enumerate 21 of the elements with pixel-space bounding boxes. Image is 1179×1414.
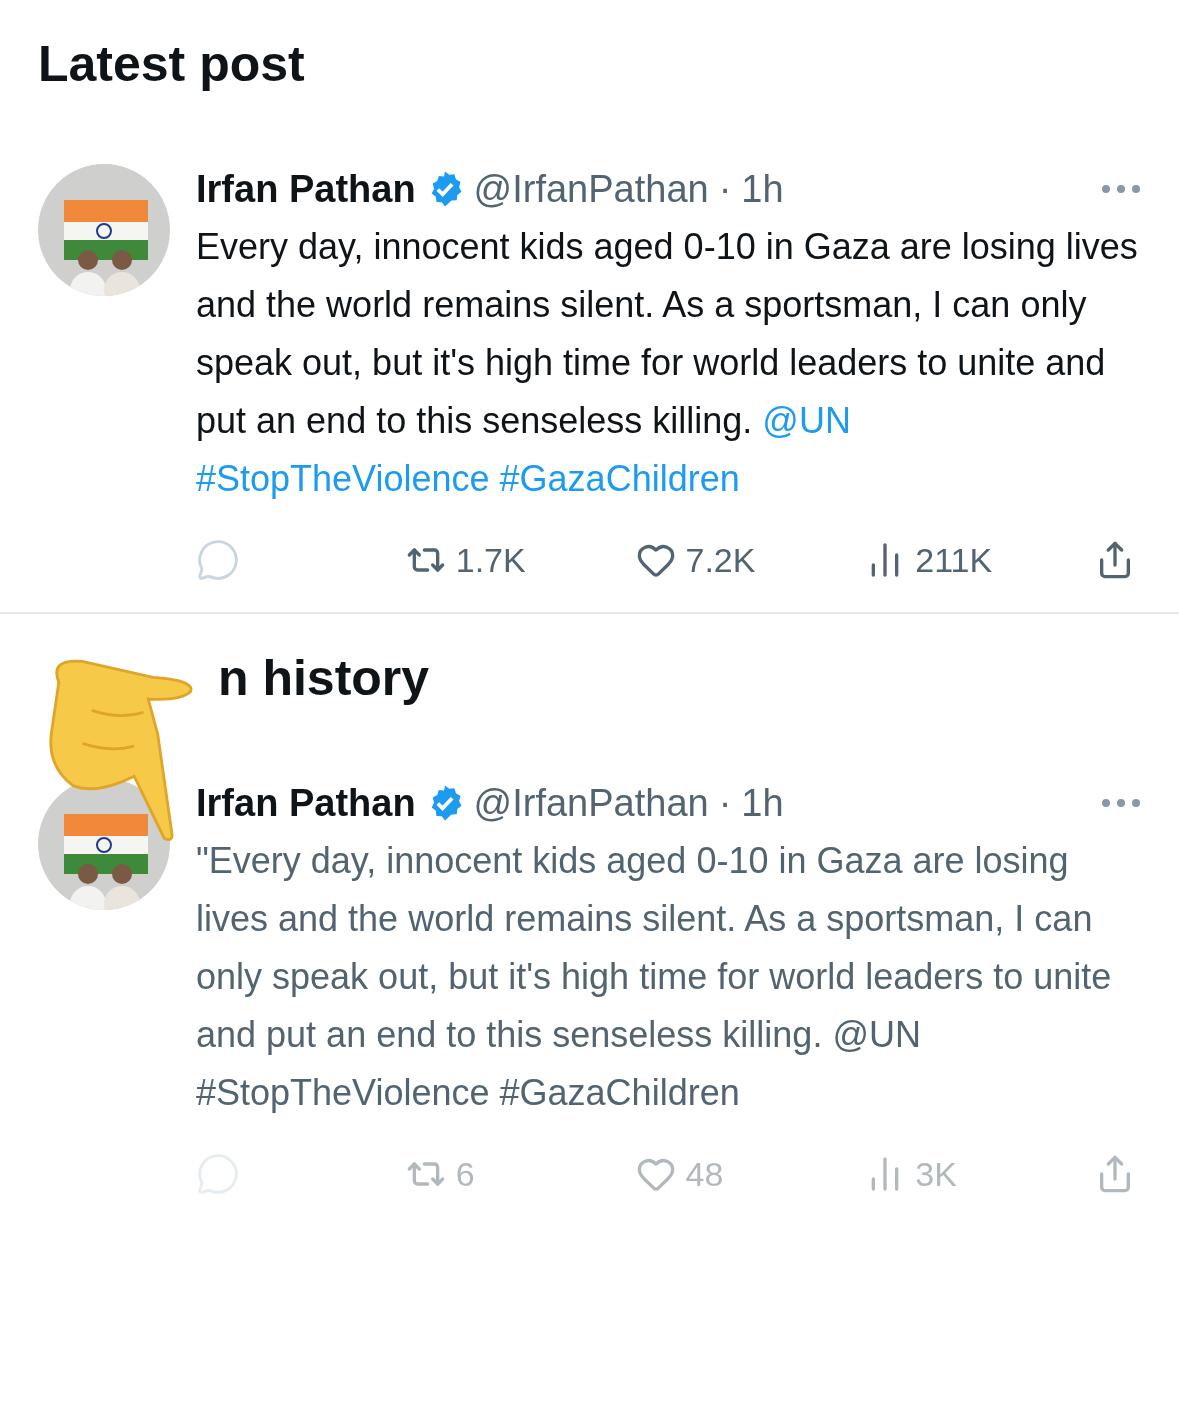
more-icon (1101, 184, 1141, 194)
section-heading: Latest post (38, 35, 306, 94)
views-button[interactable]: 211K (865, 540, 1016, 580)
post-text: Every day, innocent kids aged 0-10 in Gaza are losing lives and the world remains silent. As a sportsman, I can only speak out, but it's high time for world leaders to unite and put an end to this senseless killing. @UN #StopTheViolence #GazaChildren (196, 225, 1139, 501)
like-button[interactable]: 7.2K (635, 540, 786, 580)
more-options-button[interactable] (1101, 184, 1141, 194)
speech-bubble-icon (196, 538, 240, 582)
author-name[interactable]: Irfan Pathan (196, 781, 416, 825)
post-time: 1h (741, 781, 784, 825)
section-heading: n history (217, 649, 431, 708)
author-handle[interactable]: @IrfanPathan (473, 167, 709, 211)
speech-bubble-icon (196, 1152, 240, 1196)
more-icon (1101, 798, 1141, 808)
repost-button[interactable]: 1.7K (405, 540, 556, 580)
author-name[interactable]: Irfan Pathan (196, 167, 416, 211)
post-time: 1h (741, 167, 784, 211)
author-handle[interactable]: @IrfanPathan (473, 781, 709, 825)
separator-dot: · (718, 167, 732, 211)
post-text: "Every day, innocent kids aged 0-10 in Gaza are losing lives and the world remains silent. As a sportsman, I can only speak out, but it's high time for world leaders to unite and put an end to this senseless killing. @UN #StopTheViolence #GazaChildren (196, 839, 1113, 1115)
separator-dot: · (718, 781, 732, 825)
more-options-button[interactable] (1101, 798, 1141, 808)
